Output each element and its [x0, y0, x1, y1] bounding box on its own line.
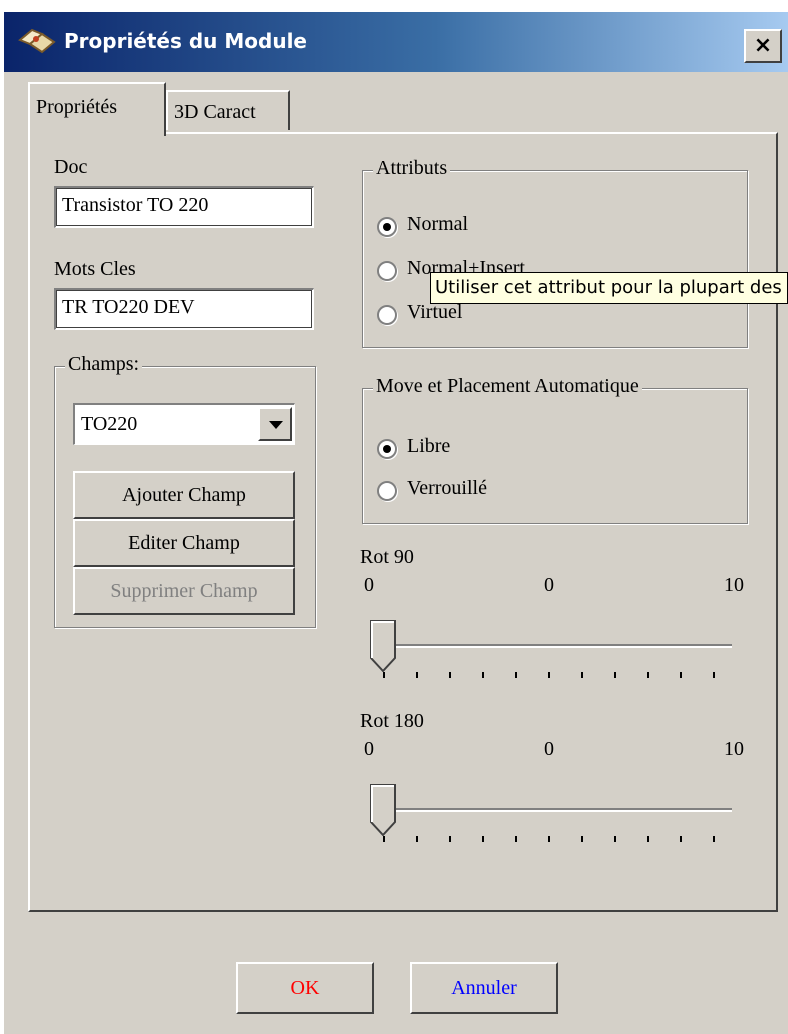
rot90-label: Rot 90 — [360, 546, 414, 568]
window-title: Propriétés du Module — [64, 29, 307, 53]
radio-libre-label[interactable]: Libre — [407, 435, 450, 458]
rot90-tick — [581, 672, 583, 678]
rot90-slider[interactable] — [370, 610, 740, 680]
rot180-tick — [548, 836, 550, 842]
fields-select[interactable]: TO220 — [73, 403, 295, 445]
attributes-legend: Attributs — [373, 157, 451, 180]
rot90-tick — [647, 672, 649, 678]
radio-normal-label[interactable]: Normal — [407, 213, 468, 236]
rot90-value: 0 — [544, 574, 554, 596]
radio-virtuel-label[interactable]: Virtuel — [407, 301, 462, 324]
dialog-window: Propriétés du Module × Propriétés 3D Car… — [4, 12, 788, 1034]
rot90-tick — [416, 672, 418, 678]
rot180-tick — [449, 836, 451, 842]
properties-panel: Doc Transistor TO 220 Mots Cles TR TO220… — [28, 132, 778, 912]
rot90-tick — [482, 672, 484, 678]
rot90-tick — [614, 672, 616, 678]
doc-field[interactable]: Transistor TO 220 — [54, 186, 314, 228]
radio-virtuel[interactable] — [377, 305, 397, 325]
radio-libre[interactable] — [377, 439, 397, 459]
delete-field-button[interactable]: Supprimer Champ — [73, 567, 295, 615]
title-bar[interactable]: Propriétés du Module × — [4, 12, 788, 72]
keywords-field[interactable]: TR TO220 DEV — [54, 288, 314, 330]
tab-3d-caract[interactable]: 3D Caract — [166, 90, 290, 130]
rot180-tick — [614, 836, 616, 842]
rot180-tick — [416, 836, 418, 842]
rot90-tick — [680, 672, 682, 678]
attributes-group: Attributs Normal Normal+Insert Virtuel — [362, 157, 748, 348]
rot90-tick — [713, 672, 715, 678]
add-field-button[interactable]: Ajouter Champ — [73, 471, 295, 519]
edit-field-button[interactable]: Editer Champ — [73, 519, 295, 567]
chevron-down-icon[interactable] — [258, 407, 292, 441]
rot180-tick — [383, 836, 385, 842]
fields-selected-value: TO220 — [81, 413, 138, 435]
rot90-track — [370, 644, 732, 648]
rot180-tick — [581, 836, 583, 842]
module-icon — [18, 28, 56, 54]
cancel-button[interactable]: Annuler — [410, 962, 558, 1014]
rot180-min: 0 — [364, 738, 374, 760]
placement-legend: Move et Placement Automatique — [373, 375, 642, 398]
rot180-value: 0 — [544, 738, 554, 760]
rot180-label: Rot 180 — [360, 710, 424, 732]
keywords-label: Mots Cles — [54, 258, 136, 280]
rot180-tick — [482, 836, 484, 842]
rot180-slider[interactable] — [370, 774, 740, 844]
rot180-track — [370, 808, 732, 812]
tab-proprietes[interactable]: Propriétés — [28, 82, 166, 136]
placement-group: Move et Placement Automatique Libre Verr… — [362, 375, 748, 524]
rot180-tick — [515, 836, 517, 842]
doc-label: Doc — [54, 156, 88, 178]
fields-group: Champs: TO220 Ajouter Champ Editer Champ… — [54, 353, 316, 628]
rot180-tick — [647, 836, 649, 842]
close-button[interactable]: × — [744, 29, 782, 63]
rot90-tick — [515, 672, 517, 678]
rot90-tick — [548, 672, 550, 678]
radio-normal[interactable] — [377, 217, 397, 237]
rot180-tick — [713, 836, 715, 842]
radio-verrouille-label[interactable]: Verrouillé — [407, 477, 487, 500]
tooltip: Utiliser cet attribut pour la plupart de… — [430, 272, 788, 304]
rot180-max: 10 — [724, 738, 744, 760]
radio-verrouille[interactable] — [377, 481, 397, 501]
radio-normal-insert[interactable] — [377, 261, 397, 281]
rot90-max: 10 — [724, 574, 744, 596]
ok-button[interactable]: OK — [236, 962, 374, 1014]
fields-legend: Champs: — [65, 353, 143, 376]
rot180-thumb[interactable] — [370, 784, 396, 836]
rot90-tick — [449, 672, 451, 678]
rot90-tick — [383, 672, 385, 678]
rot90-thumb[interactable] — [370, 620, 396, 672]
rot180-tick — [680, 836, 682, 842]
rot90-min: 0 — [364, 574, 374, 596]
